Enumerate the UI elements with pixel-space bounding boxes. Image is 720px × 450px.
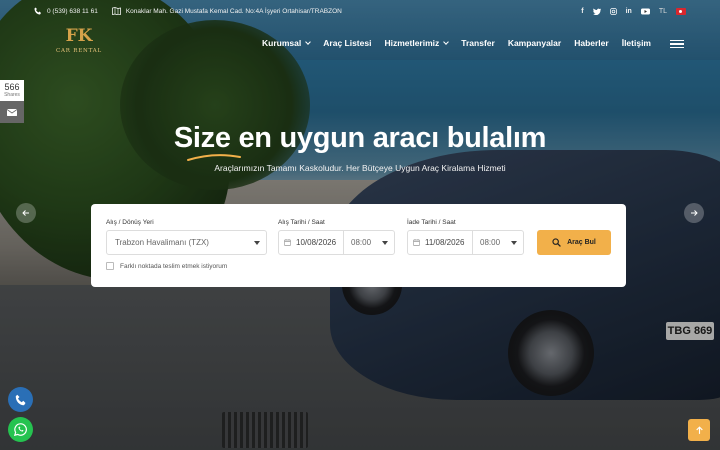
slider-prev-button[interactable]: [16, 203, 36, 223]
return-date-value: 11/08/2026: [425, 238, 465, 247]
instagram-icon[interactable]: [609, 7, 617, 15]
share-widget: 566 Shares: [0, 80, 24, 123]
nav-item-haberler[interactable]: Haberler: [574, 38, 609, 48]
youtube-icon[interactable]: [640, 8, 650, 15]
return-time-select[interactable]: 08:00: [473, 231, 523, 254]
nav-item-kampanyalar[interactable]: Kampanyalar: [508, 38, 561, 48]
nav-label: Hizmetlerimiz: [384, 38, 440, 48]
return-datetime-group: 11/08/2026 08:00: [407, 230, 524, 255]
arrow-left-icon: [22, 210, 29, 216]
different-return-checkbox[interactable]: [106, 262, 114, 270]
logo-mark: FK: [65, 26, 93, 46]
pickup-date-input[interactable]: 10/08/2026: [279, 231, 343, 254]
pickup-location-label: Alış / Dönüş Yeri: [106, 219, 154, 226]
pickup-date-value: 10/08/2026: [296, 238, 337, 247]
facebook-icon[interactable]: f: [581, 8, 583, 15]
social-links: f in TL: [581, 7, 686, 15]
different-return-option[interactable]: Farklı noktada teslim etmek istiyorum: [106, 262, 227, 270]
nav-item-hizmetlerimiz[interactable]: Hizmetlerimiz: [384, 38, 450, 48]
booking-form: Alış / Dönüş Yeri Trabzon Havalimanı (TZ…: [91, 204, 626, 287]
calendar-icon: [284, 239, 291, 246]
pickup-date-label: Alış Tarihi / Saat: [278, 219, 325, 226]
dropdown-caret-icon: [511, 241, 517, 245]
pickup-time-value: 08:00: [351, 238, 372, 247]
return-time-value: 08:00: [480, 238, 501, 247]
pickup-time-select[interactable]: 08:00: [344, 231, 394, 254]
turkish-flag-icon[interactable]: [676, 7, 686, 15]
logo-text: CAR RENTAL: [55, 48, 103, 54]
phone-contact[interactable]: 0 (539) 638 11 61: [34, 7, 98, 15]
main-nav: Kurumsal Araç Listesi Hizmetlerimiz Tran…: [262, 38, 680, 48]
back-to-top-button[interactable]: [688, 419, 710, 441]
nav-label: Kampanyalar: [507, 38, 562, 48]
linkedin-icon[interactable]: in: [626, 8, 632, 15]
slider-next-button[interactable]: [684, 203, 704, 223]
twitter-icon[interactable]: [592, 8, 601, 15]
currency-selector[interactable]: TL: [659, 8, 667, 15]
pickup-location-value: Trabzon Havalimanı (TZX): [115, 238, 209, 247]
share-label: Shares: [4, 92, 20, 98]
call-fab-button[interactable]: [8, 387, 33, 412]
nav-label: Haberler: [574, 38, 609, 48]
nav-item-transfer[interactable]: Transfer: [461, 38, 495, 48]
arrow-right-icon: [691, 210, 698, 216]
share-count: 566: [4, 82, 20, 92]
nav-label: Transfer: [461, 38, 495, 48]
phone-number: 0 (539) 638 11 61: [47, 7, 98, 15]
site-logo[interactable]: FK CAR RENTAL: [54, 24, 104, 54]
dropdown-caret-icon: [254, 241, 260, 245]
find-car-label: Araç Bul: [567, 239, 596, 246]
nav-item-arac-listesi[interactable]: Araç Listesi: [323, 38, 371, 48]
find-car-button[interactable]: Araç Bul: [537, 230, 611, 255]
email-share-button[interactable]: [0, 101, 24, 123]
phone-icon: [15, 394, 25, 405]
address-info: Konaklar Mah. Gazi Mustafa Kemal Cad. No…: [111, 7, 342, 15]
top-bar: 0 (539) 638 11 61 Konaklar Mah. Gazi Mus…: [0, 0, 720, 22]
search-icon: [552, 238, 561, 247]
return-date-label: İade Tarihi / Saat: [407, 219, 456, 226]
nav-item-iletisim[interactable]: İletişim: [622, 38, 651, 48]
chevron-down-icon: [305, 38, 312, 45]
different-return-label: Farklı noktada teslim etmek istiyorum: [120, 262, 228, 270]
chevron-down-icon: [443, 38, 450, 45]
pickup-datetime-group: 10/08/2026 08:00: [278, 230, 395, 255]
nav-label: Araç Listesi: [323, 38, 372, 48]
whatsapp-fab-button[interactable]: [8, 417, 33, 442]
whatsapp-icon: [14, 423, 27, 436]
phone-icon: [34, 7, 41, 15]
menu-hamburger-icon[interactable]: [670, 40, 684, 48]
map-icon: [111, 7, 121, 15]
dropdown-caret-icon: [382, 241, 388, 245]
headline-underline-decoration: [187, 154, 241, 161]
pickup-location-select[interactable]: Trabzon Havalimanı (TZX): [106, 230, 267, 255]
calendar-icon: [413, 239, 420, 246]
arrow-up-icon: [695, 425, 703, 434]
address-text: Konaklar Mah. Gazi Mustafa Kemal Cad. No…: [125, 7, 342, 15]
return-date-input[interactable]: 11/08/2026: [408, 231, 472, 254]
nav-label: Kurumsal: [262, 38, 302, 48]
email-icon: [7, 108, 17, 116]
hero-subline: Araçlarımızın Tamamı Kaskoludur. Her Büt…: [214, 163, 506, 173]
nav-label: İletişim: [621, 38, 651, 48]
hero-headline: Size en uygun aracı bulalım: [173, 122, 547, 154]
nav-item-kurumsal[interactable]: Kurumsal: [262, 38, 312, 48]
